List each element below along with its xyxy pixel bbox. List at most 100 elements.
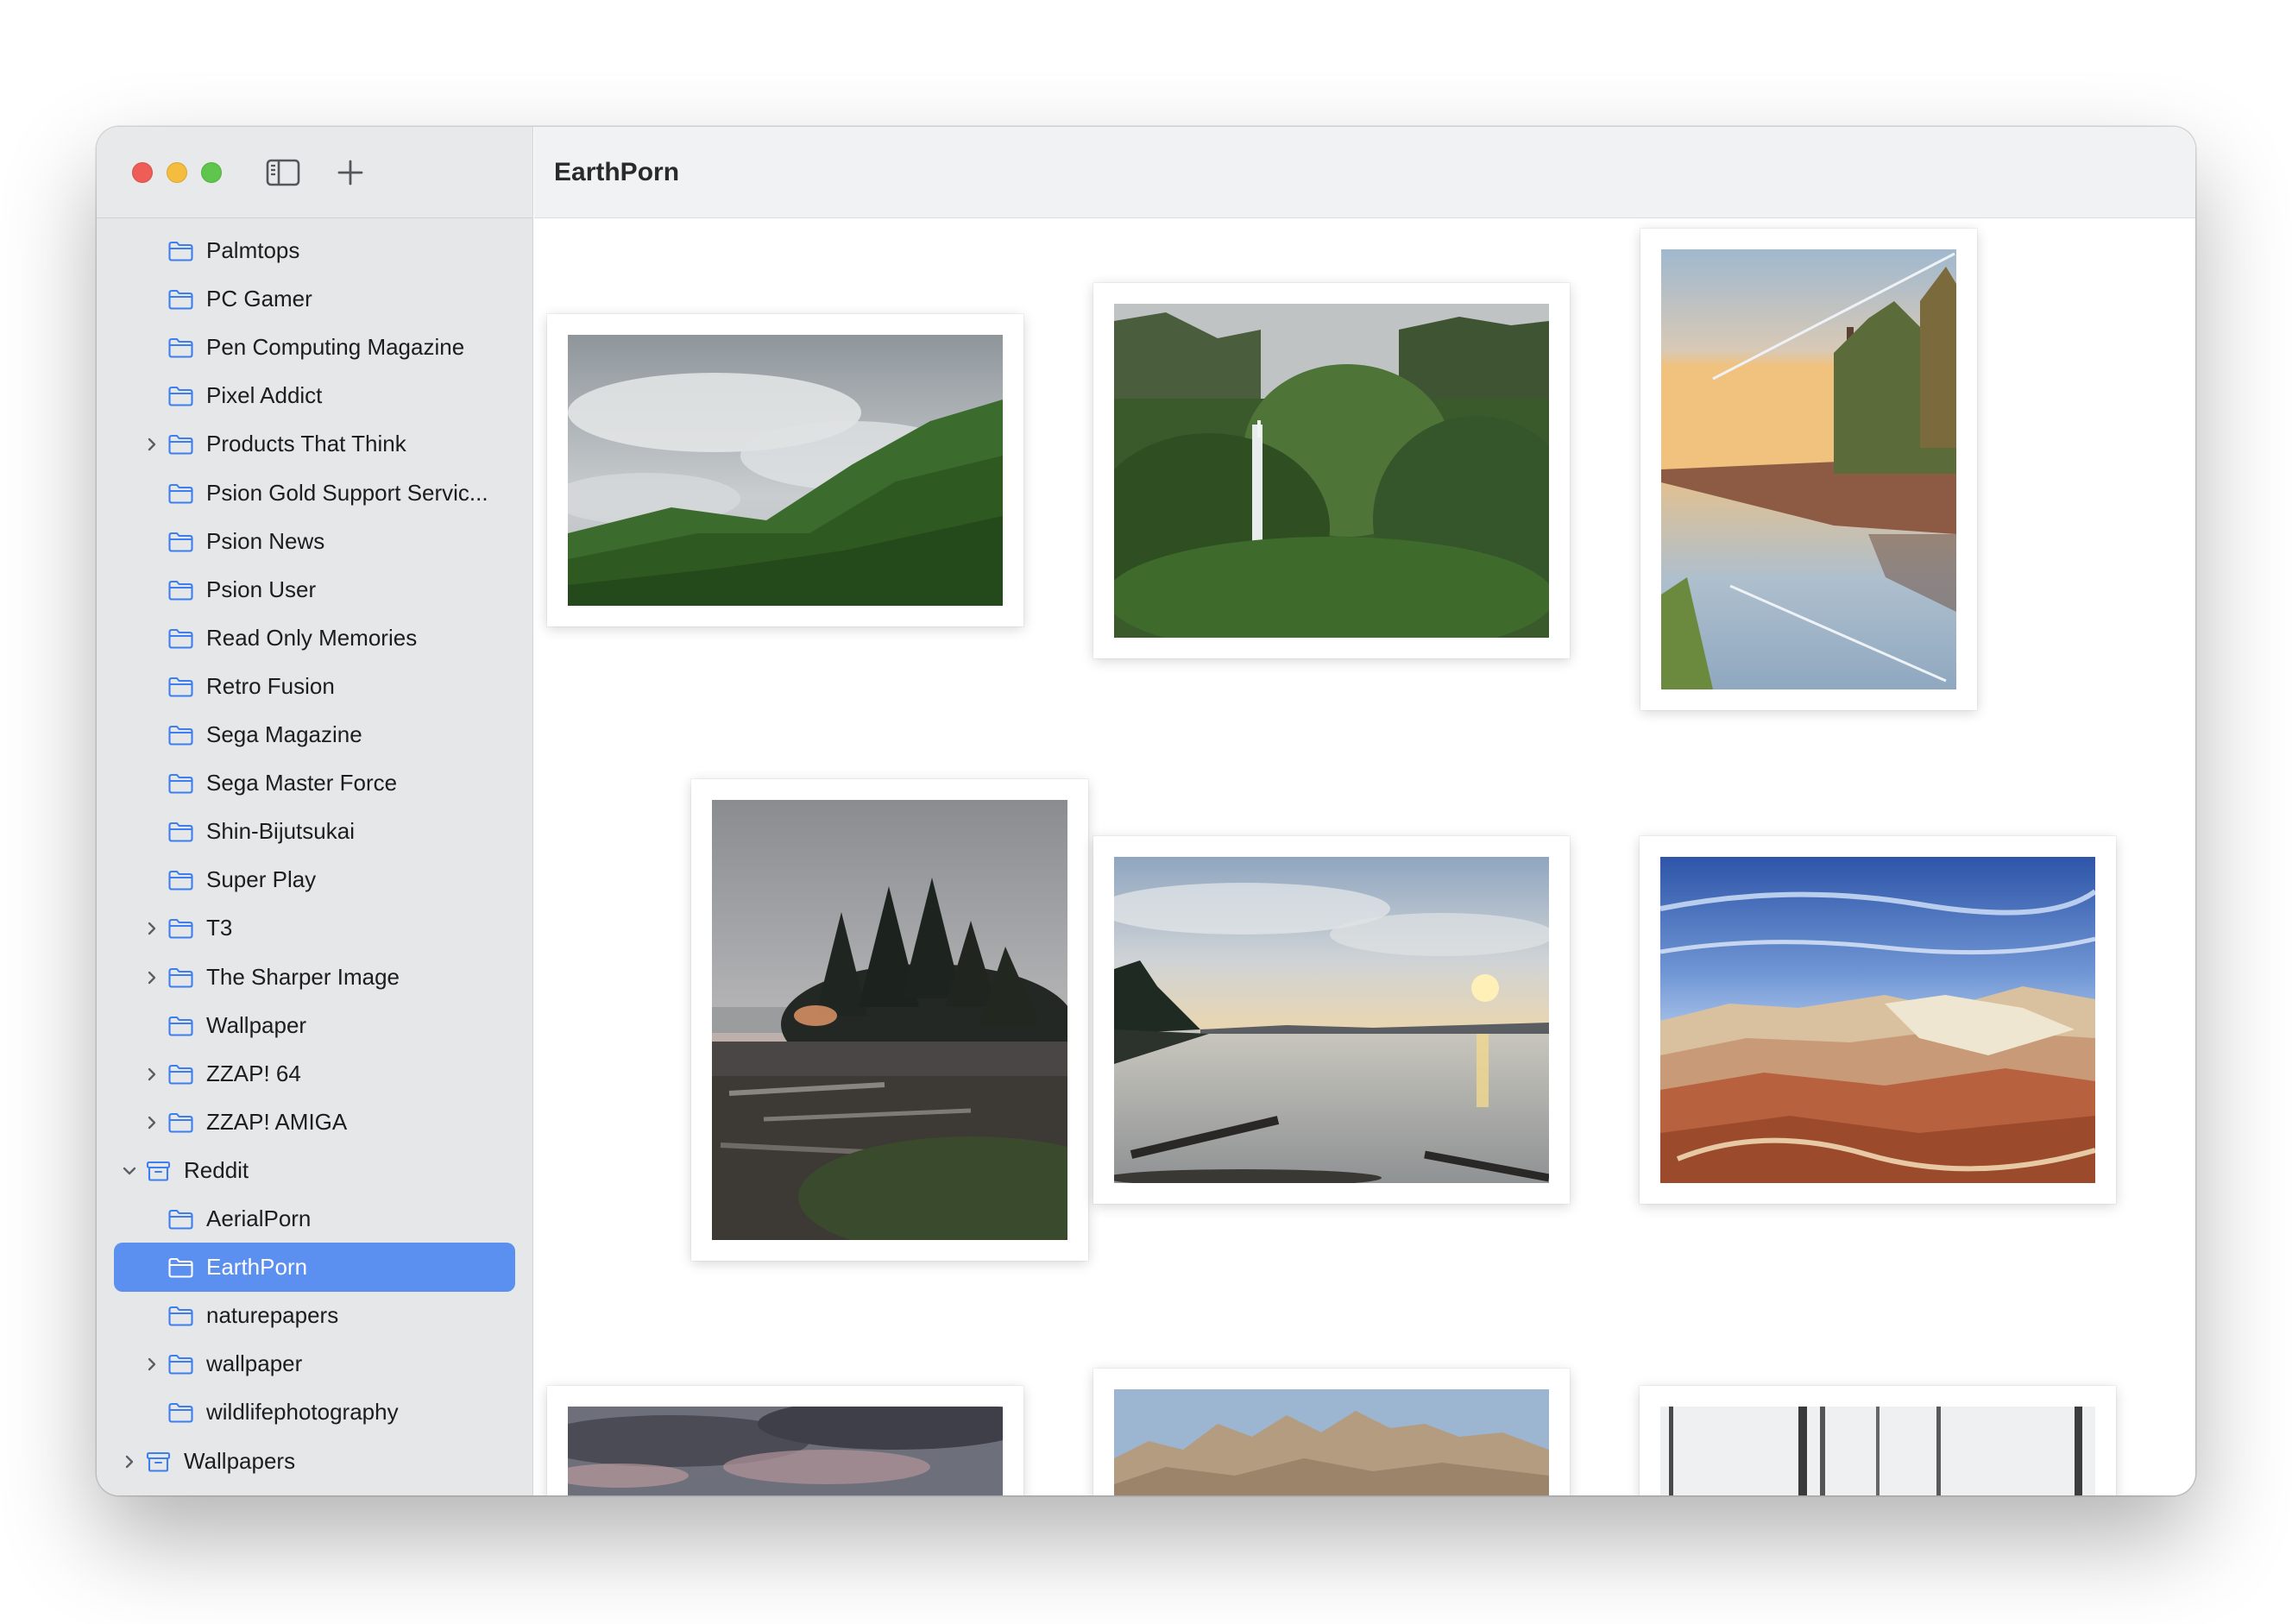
sidebar-item-sega-master-force[interactable]: Sega Master Force <box>114 758 515 808</box>
sidebar-item-retro-fusion[interactable]: Retro Fusion <box>114 662 515 711</box>
sidebar-toggle-icon[interactable] <box>266 157 300 188</box>
folder-icon <box>167 1353 194 1375</box>
sidebar-item-shin-bijutsukai[interactable]: Shin-Bijutsukai <box>114 807 515 856</box>
sidebar-item-naturepapers[interactable]: naturepapers <box>114 1291 515 1340</box>
photo-card[interactable] <box>1640 229 1977 710</box>
sidebar-item-label: naturepapers <box>206 1302 339 1329</box>
sidebar-item-label: PC Gamer <box>206 286 312 312</box>
sidebar-item-label: Psion Gold Support Servic... <box>206 479 488 506</box>
folder-icon <box>167 676 194 698</box>
folder-icon <box>167 579 194 601</box>
painted-desert-rocks-photo <box>1660 857 2095 1183</box>
sidebar-item-psion-news[interactable]: Psion News <box>114 517 515 566</box>
sidebar-item-label: Sega Master Force <box>206 770 398 796</box>
photo-card[interactable] <box>547 314 1023 626</box>
page-title: EarthPorn <box>554 158 680 186</box>
chevron-right-icon[interactable] <box>144 1115 160 1130</box>
sidebar-item-wildlifephotography[interactable]: wildlifephotography <box>114 1388 515 1437</box>
sidebar-item-read-only-memories[interactable]: Read Only Memories <box>114 614 515 663</box>
dusk-clouds-photo <box>568 1407 1003 1495</box>
sidebar-item-label: Sega Magazine <box>206 721 362 747</box>
sidebar-item-wallpapers[interactable]: Wallpapers <box>114 1437 515 1486</box>
chevron-down-icon[interactable] <box>122 1163 137 1179</box>
sidebar-item-label: Wallpaper <box>206 1011 307 1038</box>
photo-card[interactable] <box>1093 283 1570 658</box>
photo-gallery <box>534 218 2195 1495</box>
photo-card[interactable] <box>1640 836 2116 1204</box>
sidebar-item-label: Pen Computing Magazine <box>206 334 465 361</box>
folder-icon <box>167 627 194 650</box>
sidebar-item-wallpaper[interactable]: Wallpaper <box>114 1001 515 1050</box>
sidebar-item-label: Palmtops <box>206 237 300 263</box>
zoom-window-button[interactable] <box>201 162 222 183</box>
sidebar-item-aerialporn[interactable]: AerialPorn <box>114 1194 515 1243</box>
sidebar-item-label: ZZAP! AMIGA <box>206 1108 348 1135</box>
photo-card[interactable] <box>1093 836 1570 1204</box>
sidebar-item-super-play[interactable]: Super Play <box>114 855 515 904</box>
sidebar-item-label: Psion User <box>206 576 317 602</box>
sidebar-item-label: Pixel Addict <box>206 382 323 409</box>
sidebar-item-psion-user[interactable]: Psion User <box>114 565 515 614</box>
folder-icon <box>167 531 194 553</box>
sidebar-item-label: T3 <box>206 915 233 941</box>
chevron-right-icon[interactable] <box>144 1067 160 1082</box>
sidebar-item-zzap-64[interactable]: ZZAP! 64 <box>114 1049 515 1098</box>
sidebar-item-t3[interactable]: T3 <box>114 903 515 953</box>
sidebar-item-label: wallpaper <box>206 1350 303 1377</box>
folder-icon <box>167 433 194 456</box>
sidebar-item-label: Retro Fusion <box>206 672 335 699</box>
sidebar-item-label: Psion News <box>206 527 325 554</box>
folder-icon <box>167 482 194 505</box>
sidebar-item-label: AerialPorn <box>206 1205 312 1231</box>
chevron-right-icon[interactable] <box>144 437 160 452</box>
folder-icon <box>167 821 194 843</box>
photo-card[interactable] <box>1640 1386 2116 1495</box>
sidebar-item-label: Wallpapers <box>184 1447 296 1474</box>
sidebar-item-label: Shin-Bijutsukai <box>206 818 355 845</box>
folder-icon <box>167 869 194 891</box>
sidebar-titlebar <box>97 127 532 218</box>
sidebar-item-pc-gamer[interactable]: PC Gamer <box>114 274 515 324</box>
sidebar-item-pixel-addict[interactable]: Pixel Addict <box>114 371 515 420</box>
sidebar-item-label: Reddit <box>184 1156 249 1183</box>
sidebar-item-products-that-think[interactable]: Products That Think <box>114 419 515 469</box>
folder-icon <box>167 1256 194 1279</box>
sidebar-item-earthporn[interactable]: EarthPorn <box>114 1243 515 1293</box>
bare-tree-trunks-photo <box>1660 1407 2095 1495</box>
sidebar-item-zzap-amiga[interactable]: ZZAP! AMIGA <box>114 1098 515 1147</box>
chevron-right-icon[interactable] <box>122 1454 137 1470</box>
sidebar-item-wallpaper[interactable]: wallpaper <box>114 1339 515 1388</box>
folder-icon <box>167 1111 194 1134</box>
sidebar-item-psion-gold-support-servic[interactable]: Psion Gold Support Servic... <box>114 469 515 518</box>
sidebar-item-pen-computing-magazine[interactable]: Pen Computing Magazine <box>114 323 515 372</box>
folder-icon <box>167 966 194 989</box>
chevron-right-icon[interactable] <box>144 921 160 936</box>
sidebar-item-sega-magazine[interactable]: Sega Magazine <box>114 710 515 759</box>
photo-card[interactable] <box>691 779 1088 1261</box>
sidebar: Palmtops PC Gamer Pen Computing Magazine Pi… <box>97 127 533 1495</box>
chevron-right-icon[interactable] <box>144 1356 160 1372</box>
main-content: EarthPorn <box>534 127 2195 1495</box>
misty-green-mountain-photo <box>568 335 1003 606</box>
sidebar-item-label: Products That Think <box>206 431 406 457</box>
folder-icon <box>167 288 194 311</box>
archive-box-icon <box>145 1160 172 1182</box>
folder-icon <box>167 772 194 795</box>
sidebar-item-label: wildlifephotography <box>206 1399 399 1426</box>
minimize-window-button[interactable] <box>167 162 187 183</box>
folder-icon <box>167 1063 194 1086</box>
app-window: Palmtops PC Gamer Pen Computing Magazine Pi… <box>97 127 2195 1495</box>
photo-card[interactable] <box>1093 1369 1570 1495</box>
sidebar-folder-list: Palmtops PC Gamer Pen Computing Magazine Pi… <box>97 217 532 1495</box>
folder-icon <box>167 917 194 940</box>
sidebar-item-label: The Sharper Image <box>206 963 400 990</box>
photo-card[interactable] <box>547 1386 1023 1495</box>
badlands-ridge-photo <box>1114 1389 1549 1495</box>
plus-icon[interactable] <box>333 157 368 188</box>
chevron-right-icon[interactable] <box>144 970 160 985</box>
sidebar-item-palmtops[interactable]: Palmtops <box>114 226 515 275</box>
sidebar-item-the-sharper-image[interactable]: The Sharper Image <box>114 953 515 1002</box>
close-window-button[interactable] <box>132 162 153 183</box>
sidebar-item-reddit[interactable]: Reddit <box>114 1146 515 1195</box>
sidebar-item-label: Read Only Memories <box>206 624 418 651</box>
